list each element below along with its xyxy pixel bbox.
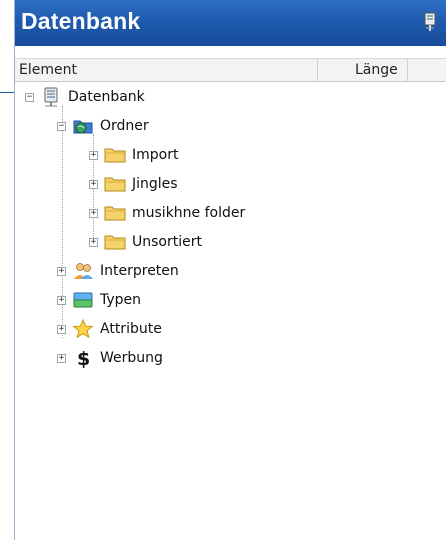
dollar-icon: $: [77, 348, 90, 368]
tree-node-label: Typen: [100, 292, 142, 308]
expand-toggle[interactable]: +: [89, 237, 98, 247]
expand-toggle[interactable]: +: [57, 266, 66, 276]
tree-node-attribute[interactable]: + Attribute: [57, 317, 162, 341]
people-icon: [74, 263, 93, 279]
column-length[interactable]: Länge: [355, 62, 398, 78]
folder-icon: [104, 148, 126, 163]
column-divider-2[interactable]: [407, 59, 408, 81]
tree-node-folder[interactable]: + Import: [89, 143, 178, 167]
database-panel: Datenbank Element Länge − Datenbank − Or…: [14, 0, 446, 540]
tree-node-label: Interpreten: [100, 263, 179, 279]
star-icon: [72, 319, 94, 339]
expand-toggle[interactable]: +: [89, 179, 98, 189]
tree-node-folder[interactable]: + Jingles: [89, 172, 178, 196]
tree-node-label: Ordner: [100, 118, 149, 134]
tree-node-typen[interactable]: + Typen: [57, 288, 141, 312]
expand-toggle[interactable]: +: [89, 150, 98, 160]
expand-toggle[interactable]: +: [57, 295, 66, 305]
tree-node-folder[interactable]: + musikhne folder: [89, 201, 245, 225]
tree-node-werbung[interactable]: + $ Werbung: [57, 346, 163, 370]
column-header: Element Länge: [15, 58, 446, 82]
background-left: [0, 0, 14, 540]
tree-view: − Datenbank − Ordner + Import + Jingles …: [15, 82, 446, 540]
tree-node-label: Jingles: [132, 176, 178, 192]
collapse-toggle[interactable]: −: [25, 92, 34, 102]
panel-title: Datenbank: [21, 8, 141, 34]
column-divider[interactable]: [317, 59, 318, 81]
folder-icon: [104, 177, 126, 192]
expand-toggle[interactable]: +: [57, 324, 66, 334]
tree-node-label: Datenbank: [68, 89, 145, 105]
folder-icon: [104, 206, 126, 221]
types-icon: [73, 292, 93, 308]
tree-node-label: musikhne folder: [132, 205, 246, 221]
panel-titlebar: Datenbank: [15, 0, 446, 46]
tree-node-label: Werbung: [100, 350, 163, 366]
svg-text:$: $: [77, 348, 90, 368]
database-pin-icon[interactable]: [422, 12, 438, 32]
folder-icon: [104, 235, 126, 250]
tree-node-interpreten[interactable]: + Interpreten: [57, 259, 179, 283]
tree-node-label: Attribute: [100, 321, 162, 337]
tree-node-label: Unsortiert: [132, 234, 202, 250]
database-icon: [44, 87, 58, 107]
folder-globe-icon: [73, 120, 93, 134]
tree-node-ordner[interactable]: − Ordner: [57, 114, 149, 138]
column-element[interactable]: Element: [19, 62, 77, 78]
tree-node-folder[interactable]: + Unsortiert: [89, 230, 202, 254]
tree-node-root[interactable]: − Datenbank: [25, 85, 145, 109]
tree-node-label: Import: [132, 147, 179, 163]
collapse-toggle[interactable]: −: [57, 121, 66, 131]
expand-toggle[interactable]: +: [89, 208, 98, 218]
expand-toggle[interactable]: +: [57, 353, 66, 363]
